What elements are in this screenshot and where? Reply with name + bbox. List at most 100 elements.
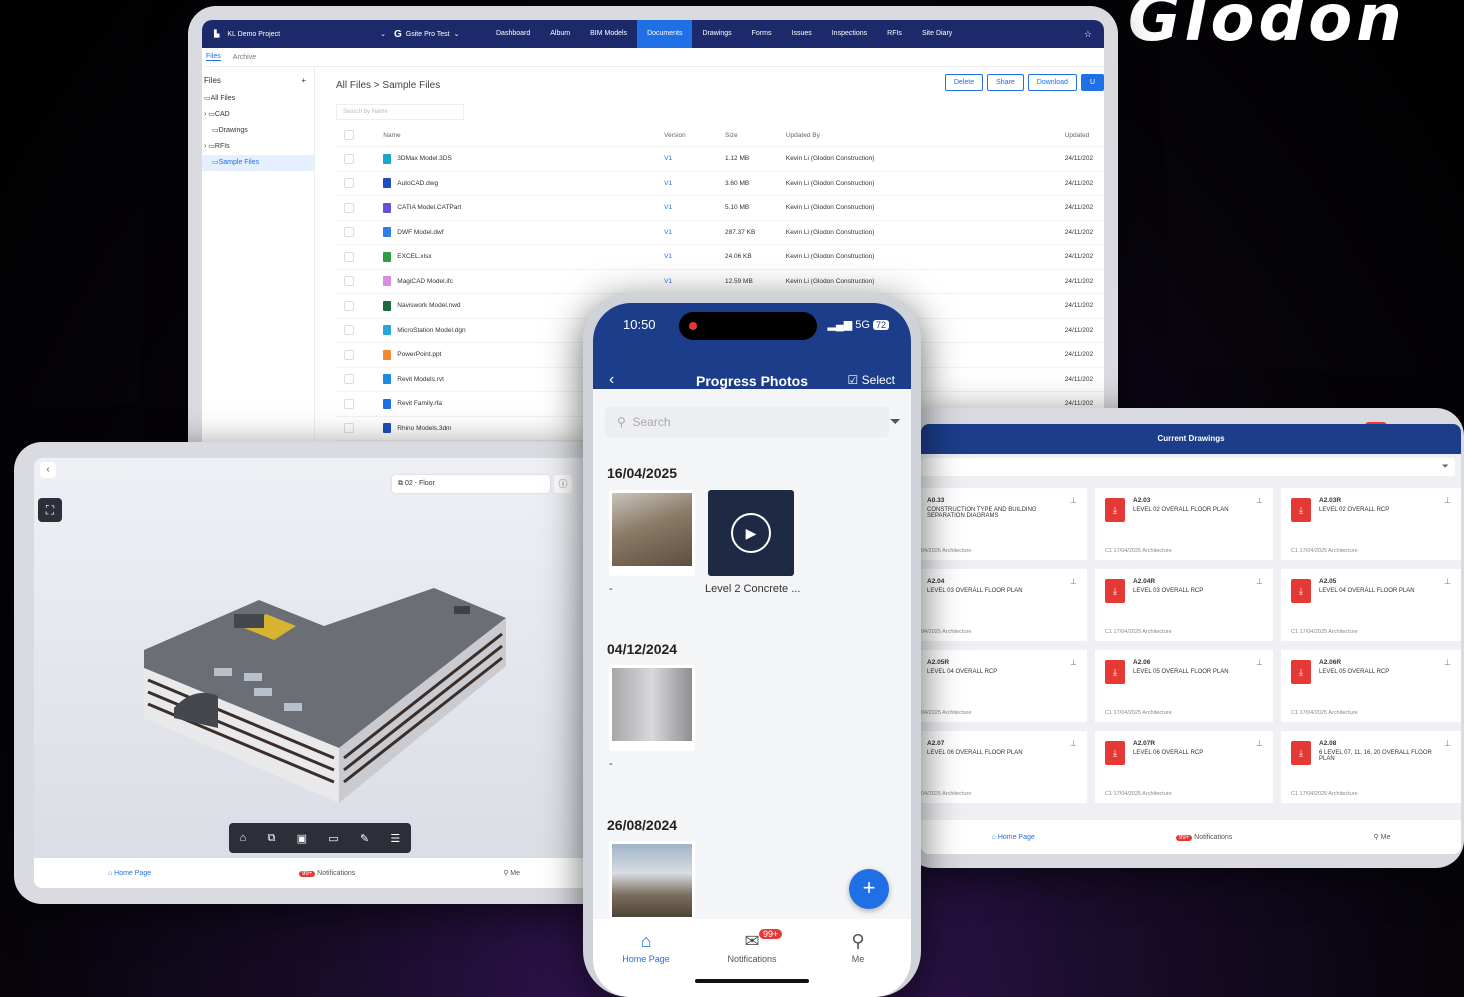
project-selector[interactable]: ▙ KL Demo Project ⌄ <box>202 30 394 39</box>
file-version[interactable]: V1 <box>664 278 725 285</box>
table-row[interactable]: MagiCAD Model.ifc V1 12.59 MB Kevin Li (Glo… <box>336 270 1104 294</box>
pin-icon[interactable]: ⊥ <box>1444 496 1451 505</box>
row-checkbox[interactable] <box>344 251 354 262</box>
star-icon[interactable]: ☆ <box>1084 29 1092 40</box>
delete-button[interactable]: Delete <box>944 74 984 91</box>
row-checkbox[interactable] <box>344 153 354 164</box>
photo-thumbnail[interactable] <box>609 665 695 751</box>
floor-selector[interactable]: ⧉ 02 - Floor <box>392 475 550 493</box>
tab-files[interactable]: Files <box>206 53 221 61</box>
tab-me[interactable]: ⚲ Me <box>1374 833 1391 841</box>
file-version[interactable]: V1 <box>664 204 725 211</box>
download-button[interactable]: Download <box>1027 74 1077 91</box>
drawing-card[interactable]: ⤓ A2.06R LEVEL 05 OVERALL RCP ⊥ C1 17/04/202… <box>1281 650 1461 722</box>
add-photo-button[interactable]: + <box>849 869 889 909</box>
file-name[interactable]: MagiCAD Model.ifc <box>397 278 453 285</box>
pin-icon[interactable]: ⊥ <box>1444 739 1451 748</box>
file-name[interactable]: Naviswork Model.nwd <box>397 302 460 309</box>
nav-item-forms[interactable]: Forms <box>742 20 782 48</box>
row-checkbox[interactable] <box>344 276 354 287</box>
workspace-selector[interactable]: G Gsite Pro Test ⌄ <box>394 29 486 40</box>
file-name[interactable]: Revit Family.rfa <box>397 400 442 407</box>
row-checkbox[interactable] <box>344 227 354 238</box>
drawing-card[interactable]: ⤓ A2.05 LEVEL 04 OVERALL FLOOR PLAN ⊥ C1 17/… <box>1281 569 1461 641</box>
row-checkbox[interactable] <box>344 300 354 311</box>
row-checkbox[interactable] <box>344 374 354 385</box>
folder-all-files[interactable]: ▭All Files <box>202 91 314 107</box>
photo-thumbnail[interactable] <box>609 490 695 576</box>
row-checkbox[interactable] <box>344 202 354 213</box>
nav-item-bim-models[interactable]: BIM Models <box>580 20 637 48</box>
nav-item-inspections[interactable]: Inspections <box>822 20 877 48</box>
tab-notifications[interactable]: 99+ Notifications <box>299 870 355 877</box>
row-checkbox[interactable] <box>344 349 354 360</box>
row-checkbox[interactable] <box>344 178 354 189</box>
file-version[interactable]: V1 <box>664 253 725 260</box>
pin-icon[interactable]: ⊥ <box>1256 658 1263 667</box>
folder-drawings[interactable]: ▭Drawings <box>202 123 314 139</box>
tab-home[interactable]: ⌂ Home Page <box>108 870 151 877</box>
tab-notifications[interactable]: 99+ Notifications <box>1176 834 1232 841</box>
pin-icon[interactable]: ⊥ <box>1070 577 1077 586</box>
nav-item-dashboard[interactable]: Dashboard <box>486 20 540 48</box>
markup-icon[interactable]: ✎ <box>360 832 369 845</box>
pin-icon[interactable]: ⊥ <box>1444 577 1451 586</box>
row-checkbox[interactable] <box>344 325 354 336</box>
properties-icon[interactable]: ☰ <box>390 832 400 845</box>
select-all-checkbox[interactable] <box>344 130 354 140</box>
home-icon[interactable]: ⌂ <box>240 832 247 844</box>
drawings-search-input[interactable]: ⏷ <box>921 458 1455 476</box>
drawing-card[interactable]: ⤓ A2.07R LEVEL 06 OVERALL RCP ⊥ C1 17/04/202… <box>1095 731 1273 803</box>
file-name[interactable]: EXCEL.xlsx <box>397 253 431 260</box>
file-name[interactable]: MicroStation Model.dgn <box>397 327 465 334</box>
tab-notifications[interactable]: ✉ 99+ Notifications <box>707 929 797 997</box>
table-row[interactable]: AutoCAD.dwg V1 3.60 MB Kevin Li (Glodon Con… <box>336 172 1104 196</box>
model-tree-button[interactable]: ⛶ <box>38 498 62 522</box>
pin-icon[interactable]: ⊥ <box>1256 496 1263 505</box>
select-button[interactable]: ☑ Select <box>848 373 895 387</box>
file-name[interactable]: AutoCAD.dwg <box>397 180 438 187</box>
file-name[interactable]: DWF Model.dwf <box>397 229 443 236</box>
upload-button[interactable]: U <box>1080 74 1104 91</box>
share-button[interactable]: Share <box>987 74 1024 91</box>
col-name[interactable]: Name <box>383 132 664 139</box>
drawing-card[interactable]: A2.07 LEVEL 06 OVERALL FLOOR PLAN ⊥ 04/2025… <box>921 731 1087 803</box>
tab-archive[interactable]: Archive <box>233 54 256 61</box>
pin-icon[interactable]: ⊥ <box>1070 658 1077 667</box>
table-row[interactable]: EXCEL.xlsx V1 24.06 KB Kevin Li (Glodon Con… <box>336 245 1104 270</box>
file-name[interactable]: CATIA Model.CATPart <box>397 204 461 211</box>
table-row[interactable]: CATIA Model.CATPart V1 5.10 MB Kevin Li (Gl… <box>336 196 1104 221</box>
drawing-card[interactable]: ⤓ A2.03 LEVEL 02 OVERALL FLOOR PLAN ⊥ C1 17/… <box>1095 488 1273 560</box>
file-search-input[interactable]: Search by Name <box>336 104 464 120</box>
drawing-card[interactable]: A2.04 LEVEL 03 OVERALL FLOOR PLAN ⊥ 04/2025… <box>921 569 1087 641</box>
nav-item-album[interactable]: Album <box>540 20 580 48</box>
measure-icon[interactable]: ▭ <box>328 832 338 845</box>
video-thumbnail[interactable]: ▶ <box>708 490 794 576</box>
back-button[interactable]: ‹ <box>40 462 56 478</box>
drawing-card[interactable]: ⤓ A2.06 LEVEL 05 OVERALL FLOOR PLAN ⊥ C1 17/… <box>1095 650 1273 722</box>
file-name[interactable]: PowerPoint.ppt <box>397 351 441 358</box>
tab-me[interactable]: ⚲ Me <box>503 869 520 877</box>
nav-item-documents[interactable]: Documents <box>637 20 693 48</box>
pin-icon[interactable]: ⊥ <box>1070 739 1077 748</box>
folder-cad[interactable]: › ▭CAD <box>202 107 314 123</box>
file-version[interactable]: V1 <box>664 155 725 162</box>
pin-icon[interactable]: ⊥ <box>1070 496 1077 505</box>
file-version[interactable]: V1 <box>664 229 725 236</box>
layers-icon[interactable]: ⧉ <box>268 832 276 845</box>
file-name[interactable]: 3DMax Model.3DS <box>397 155 452 162</box>
info-button[interactable]: ⓘ <box>554 475 572 493</box>
filter-icon[interactable]: ⏷ <box>890 413 901 430</box>
drawing-card[interactable]: A0.33 CONSTRUCTION TYPE AND BUILDING SEPA… <box>921 488 1087 560</box>
drawing-card[interactable]: ⤓ A2.04R LEVEL 03 OVERALL RCP ⊥ C1 17/04/202… <box>1095 569 1273 641</box>
file-version[interactable]: V1 <box>664 180 725 187</box>
drawing-card[interactable]: A2.05R LEVEL 04 OVERALL RCP ⊥ 04/2025 Archi… <box>921 650 1087 722</box>
tab-home[interactable]: ⌂ Home Page <box>992 834 1035 841</box>
table-row[interactable]: DWF Model.dwf V1 287.37 KB Kevin Li (Glodon… <box>336 221 1104 245</box>
tab-home[interactable]: ⌂ Home Page <box>601 931 691 997</box>
nav-item-site-diary[interactable]: Site Diary <box>912 20 962 48</box>
file-name[interactable]: Rhino Models.3dm <box>397 425 451 432</box>
folder-rfis[interactable]: › ▭RFIs <box>202 139 314 155</box>
nav-item-rfis[interactable]: RFIs <box>877 20 912 48</box>
tab-me[interactable]: ⚲ Me <box>813 931 903 997</box>
